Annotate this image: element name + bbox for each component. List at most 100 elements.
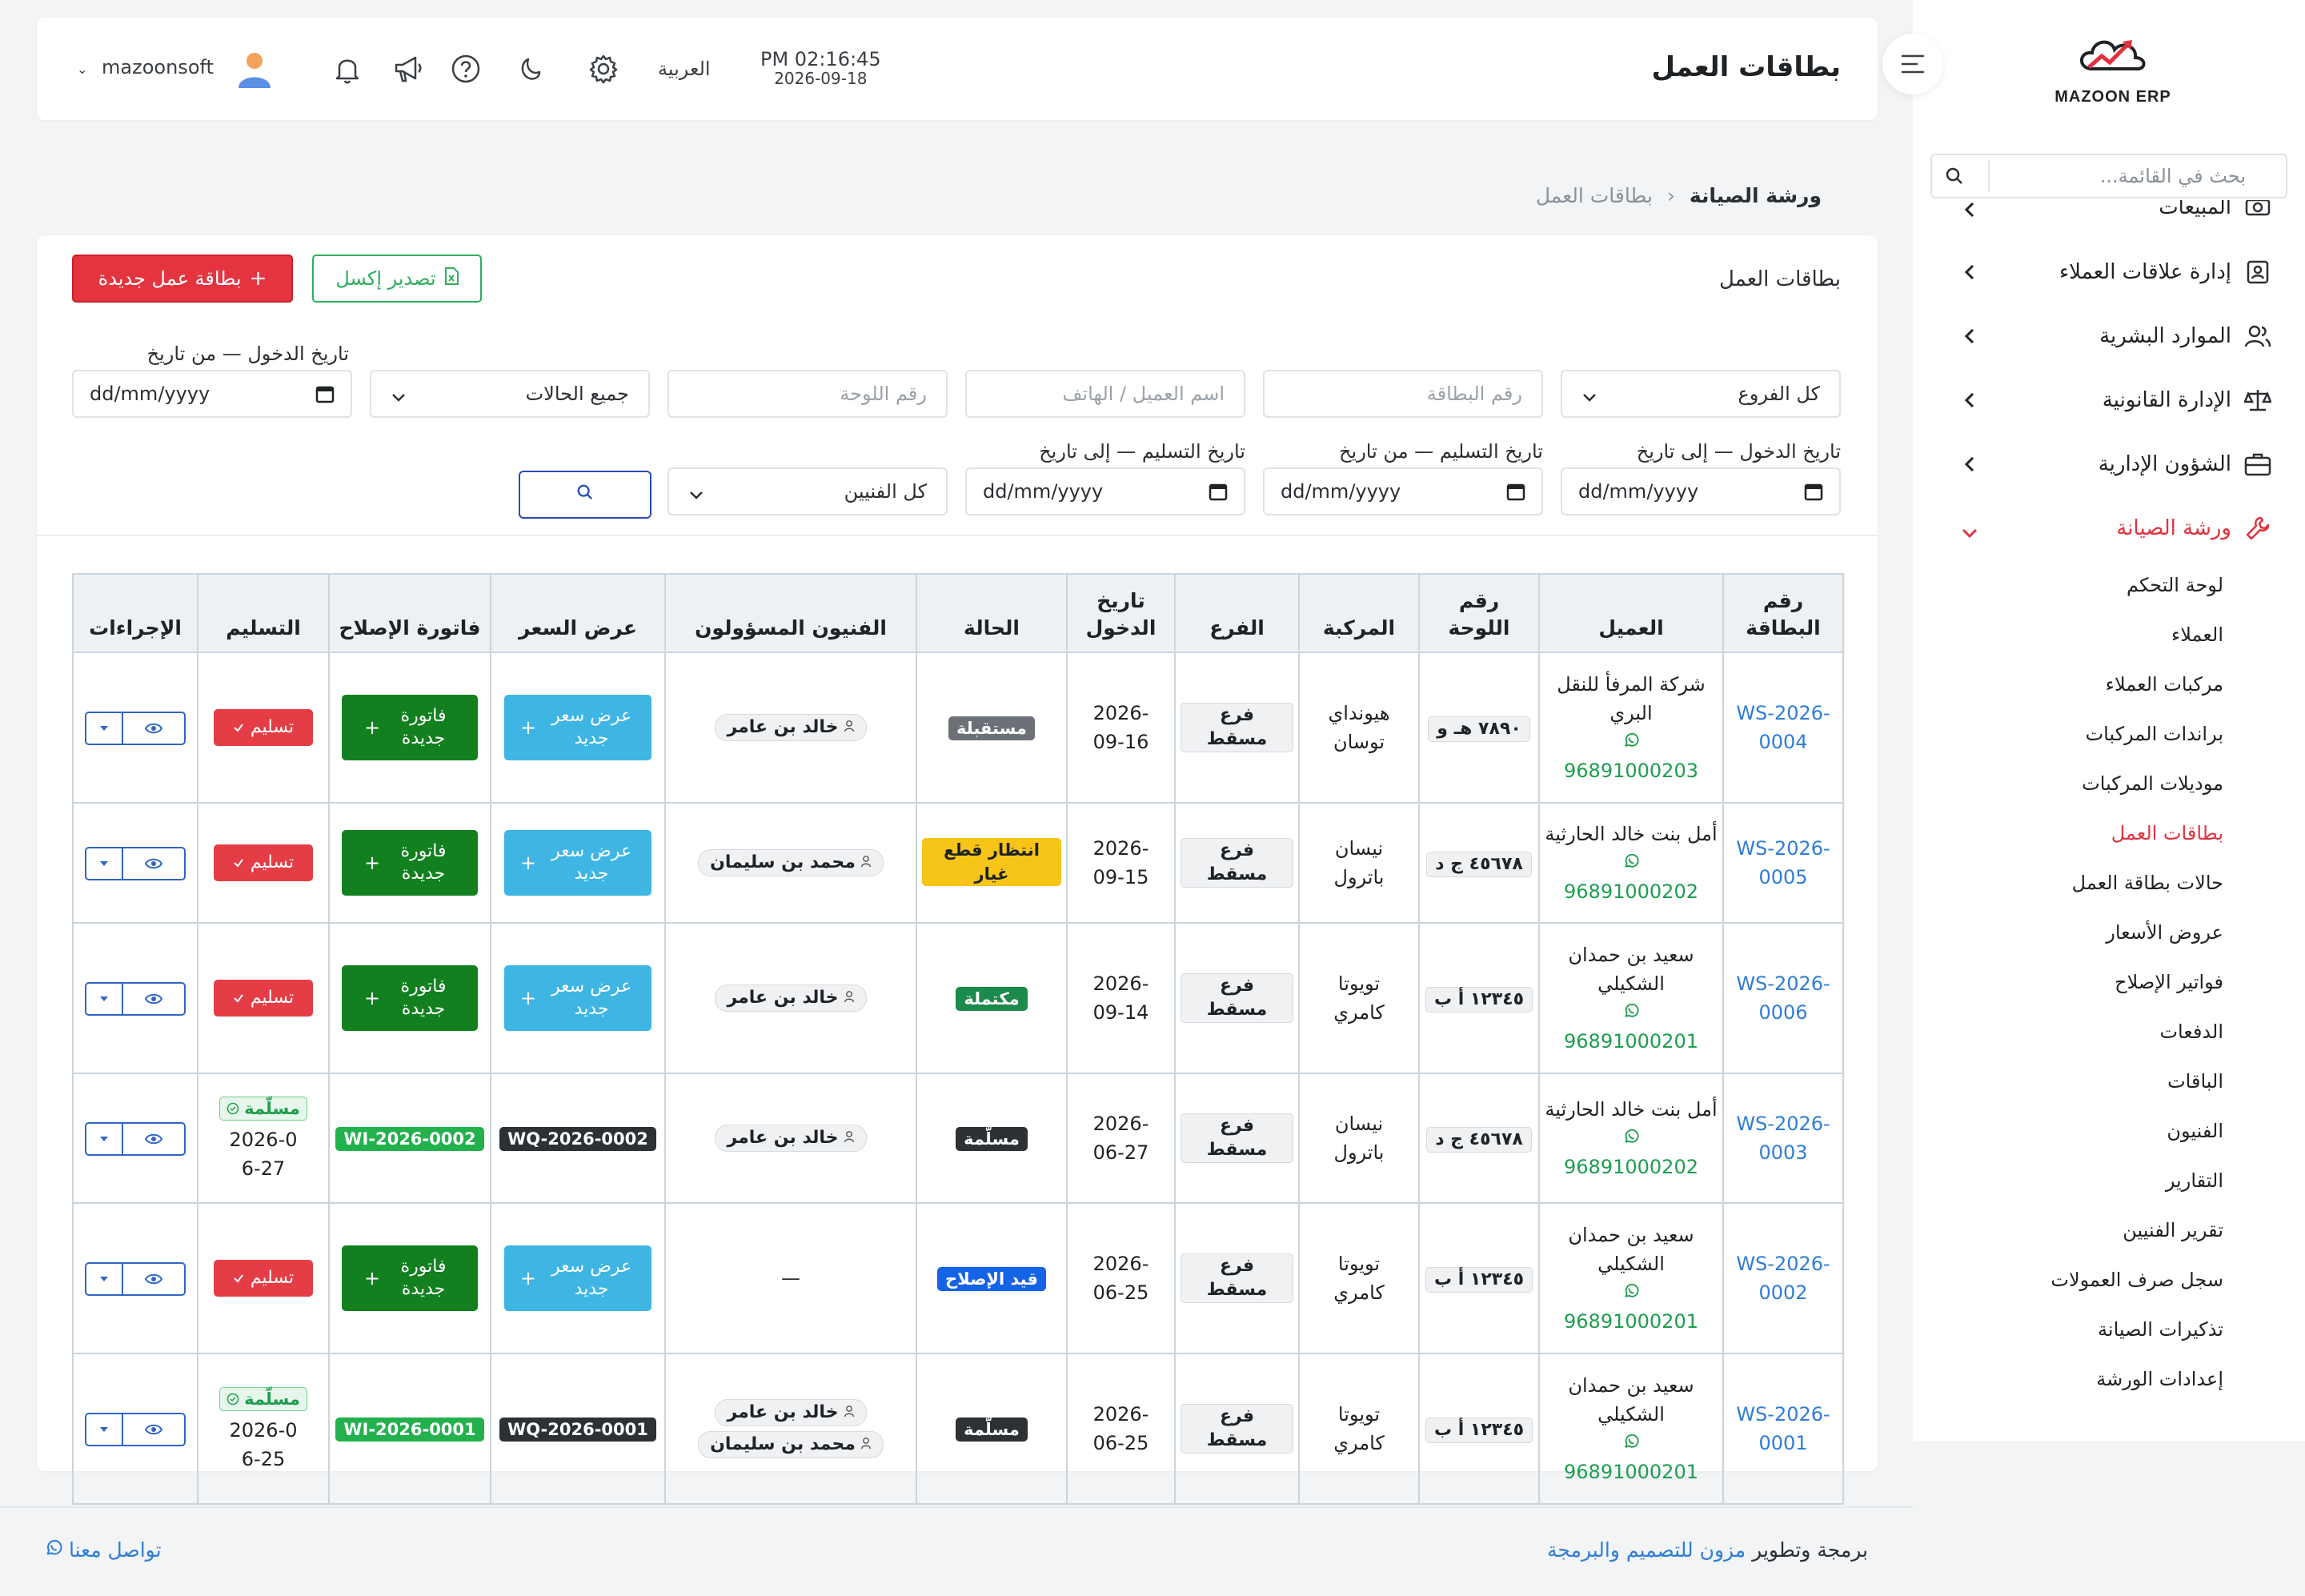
user-menu[interactable]: ⌄ mazoonsoft: [77, 56, 214, 78]
invoice-link[interactable]: WI-2026-0002: [335, 1127, 484, 1151]
new-invoice-button[interactable]: فاتورة جديدة +: [342, 695, 478, 760]
entry-from-date-input[interactable]: dd/mm/yyyy: [72, 370, 352, 418]
col-repair-invoice[interactable]: فاتورة الإصلاح: [328, 573, 491, 653]
deliver-button[interactable]: تسليم: [214, 844, 313, 881]
col-status[interactable]: الحالة: [916, 573, 1068, 653]
sidebar-subitem-repair-invoices[interactable]: فواتير الإصلاح: [1937, 957, 2273, 1007]
customer-search-input[interactable]: اسم العميل / الهاتف: [965, 370, 1245, 418]
quotation-link[interactable]: WQ-2026-0001: [499, 1418, 656, 1442]
new-quotation-button[interactable]: عرض سعر جديد +: [504, 1245, 651, 1311]
moon-icon[interactable]: [514, 51, 549, 86]
actions-dropdown-button[interactable]: [86, 848, 123, 879]
sidebar-toggle-button[interactable]: [1882, 34, 1943, 94]
search-button[interactable]: [519, 471, 651, 519]
deliver-button[interactable]: تسليم: [214, 980, 313, 1017]
new-invoice-button[interactable]: فاتورة جديدة +: [342, 965, 478, 1031]
card-number-link[interactable]: WS-2026-0006: [1736, 972, 1830, 1024]
sidebar-item-sales[interactable]: المبيعات: [1937, 200, 2273, 240]
col-plate[interactable]: رقم اللوحة: [1418, 573, 1540, 653]
actions-dropdown-button[interactable]: [86, 983, 123, 1014]
sidebar-subitem-customer-vehicles[interactable]: مركبات العملاء: [1937, 660, 2273, 709]
breadcrumb-parent[interactable]: ورشة الصيانة: [1690, 184, 1822, 207]
customer-phone-link[interactable]: 96891000202: [1545, 877, 1718, 906]
sidebar-item-hr[interactable]: الموارد البشرية: [1937, 304, 2273, 368]
sidebar-item-admin[interactable]: الشؤون الإدارية: [1937, 432, 2273, 496]
customer-phone-link[interactable]: 96891000201: [1545, 1027, 1718, 1056]
card-number-input[interactable]: رقم البطاقة: [1263, 370, 1543, 418]
actions-dropdown-button[interactable]: [86, 1263, 123, 1294]
avatar[interactable]: [237, 50, 272, 94]
sidebar-subitem-reports[interactable]: التقارير: [1937, 1156, 2273, 1205]
sidebar-subitem-dashboard[interactable]: لوحة التحكم: [1937, 560, 2273, 610]
new-job-card-button[interactable]: + بطاقة عمل جديدة: [72, 255, 293, 303]
sidebar-subitem-commissions-log[interactable]: سجل صرف العمولات: [1937, 1255, 2273, 1305]
customer-phone-link[interactable]: 96891000201: [1545, 1307, 1718, 1336]
card-number-link[interactable]: WS-2026-0001: [1736, 1403, 1830, 1454]
sidebar-subitem-job-cards[interactable]: بطاقات العمل: [1937, 808, 2273, 858]
new-invoice-button[interactable]: فاتورة جديدة +: [342, 1245, 478, 1311]
invoice-link[interactable]: WI-2026-0001: [335, 1418, 484, 1442]
sidebar-subitem-job-card-statuses[interactable]: حالات بطاقة العمل: [1937, 858, 2273, 908]
sidebar-subitem-payments[interactable]: الدفعات: [1937, 1007, 2273, 1057]
col-customer[interactable]: العميل: [1538, 573, 1724, 653]
col-vehicle[interactable]: المركبة: [1298, 573, 1420, 653]
deliver-button[interactable]: تسليم: [214, 709, 313, 746]
entry-to-date-input[interactable]: dd/mm/yyyy: [1561, 467, 1841, 515]
view-button[interactable]: [123, 848, 184, 879]
col-quotation[interactable]: عرض السعر: [490, 573, 666, 653]
view-button[interactable]: [123, 1264, 184, 1294]
col-branch[interactable]: الفرع: [1174, 573, 1300, 653]
sidebar-subitem-technicians[interactable]: الفنيون: [1937, 1106, 2273, 1156]
quotation-link[interactable]: WQ-2026-0002: [499, 1127, 656, 1151]
sidebar-subitem-customers[interactable]: العملاء: [1937, 610, 2273, 660]
sidebar-subitem-maintenance-reminders[interactable]: تذكيرات الصيانة: [1937, 1305, 2273, 1354]
status-select[interactable]: جميع الحالات: [370, 370, 650, 418]
language-switch[interactable]: العربية: [658, 58, 711, 80]
help-icon[interactable]: [448, 51, 483, 86]
deliver-button[interactable]: تسليم: [214, 1260, 313, 1297]
sidebar-subitem-packages[interactable]: الباقات: [1937, 1057, 2273, 1106]
view-button[interactable]: [123, 713, 184, 744]
col-delivery[interactable]: التسليم: [197, 573, 330, 653]
sidebar-subitem-vehicle-brands[interactable]: براندات المركبات: [1937, 709, 2273, 759]
view-button[interactable]: [123, 984, 184, 1014]
sidebar-item-workshop[interactable]: ورشة الصيانة: [1937, 496, 2273, 560]
col-entry-date[interactable]: تاريخ الدخول: [1066, 573, 1176, 653]
new-quotation-button[interactable]: عرض سعر جديد +: [504, 695, 651, 760]
view-button[interactable]: [123, 1414, 184, 1445]
sidebar-subitem-technicians-report[interactable]: تقرير الفنيين: [1937, 1205, 2273, 1255]
sidebar-item-crm[interactable]: إدارة علاقات العملاء: [1937, 240, 2273, 304]
new-quotation-button[interactable]: عرض سعر جديد +: [504, 965, 651, 1031]
col-technicians[interactable]: الفنيون المسؤولون: [664, 573, 917, 653]
footer-brand-link[interactable]: مزون للتصميم والبرمجة: [1547, 1538, 1746, 1562]
actions-dropdown-button[interactable]: [86, 1123, 123, 1154]
export-excel-button[interactable]: تصدير إكسل: [312, 255, 482, 303]
actions-dropdown-button[interactable]: [86, 1414, 123, 1445]
customer-phone-link[interactable]: 96891000202: [1545, 1153, 1718, 1181]
delivery-to-date-input[interactable]: dd/mm/yyyy: [965, 467, 1245, 515]
customer-phone-link[interactable]: 96891000201: [1545, 1458, 1718, 1486]
delivery-from-date-input[interactable]: dd/mm/yyyy: [1263, 467, 1543, 515]
card-number-link[interactable]: WS-2026-0002: [1736, 1253, 1830, 1304]
gear-icon[interactable]: [586, 51, 621, 86]
col-card-number[interactable]: رقم البطاقة: [1722, 573, 1844, 653]
plate-number-input[interactable]: رقم اللوحة: [667, 370, 948, 418]
sidebar-search-input[interactable]: بحث في القائمة...: [1930, 154, 2287, 198]
actions-dropdown-button[interactable]: [86, 712, 123, 744]
view-button[interactable]: [123, 1124, 184, 1154]
sidebar-item-legal[interactable]: الإدارة القانونية: [1937, 368, 2273, 432]
sidebar-subitem-workshop-settings[interactable]: إعدادات الورشة: [1937, 1354, 2273, 1404]
new-quotation-button[interactable]: عرض سعر جديد +: [504, 830, 651, 896]
bell-icon[interactable]: [330, 51, 365, 86]
branch-select[interactable]: كل الفروع: [1561, 370, 1841, 418]
technicians-select[interactable]: كل الفنيين: [667, 467, 948, 515]
megaphone-icon[interactable]: [391, 51, 426, 86]
sidebar-subitem-vehicle-models[interactable]: موديلات المركبات: [1937, 759, 2273, 808]
logo[interactable]: MAZOON ERP: [2049, 32, 2177, 112]
card-number-link[interactable]: WS-2026-0004: [1736, 702, 1830, 753]
card-number-link[interactable]: WS-2026-0003: [1736, 1113, 1830, 1164]
contact-us-link[interactable]: تواصل معنا: [45, 1538, 162, 1562]
customer-phone-link[interactable]: 96891000203: [1545, 756, 1718, 785]
card-number-link[interactable]: WS-2026-0005: [1736, 837, 1830, 888]
sidebar-subitem-quotations[interactable]: عروض الأسعار: [1937, 908, 2273, 957]
